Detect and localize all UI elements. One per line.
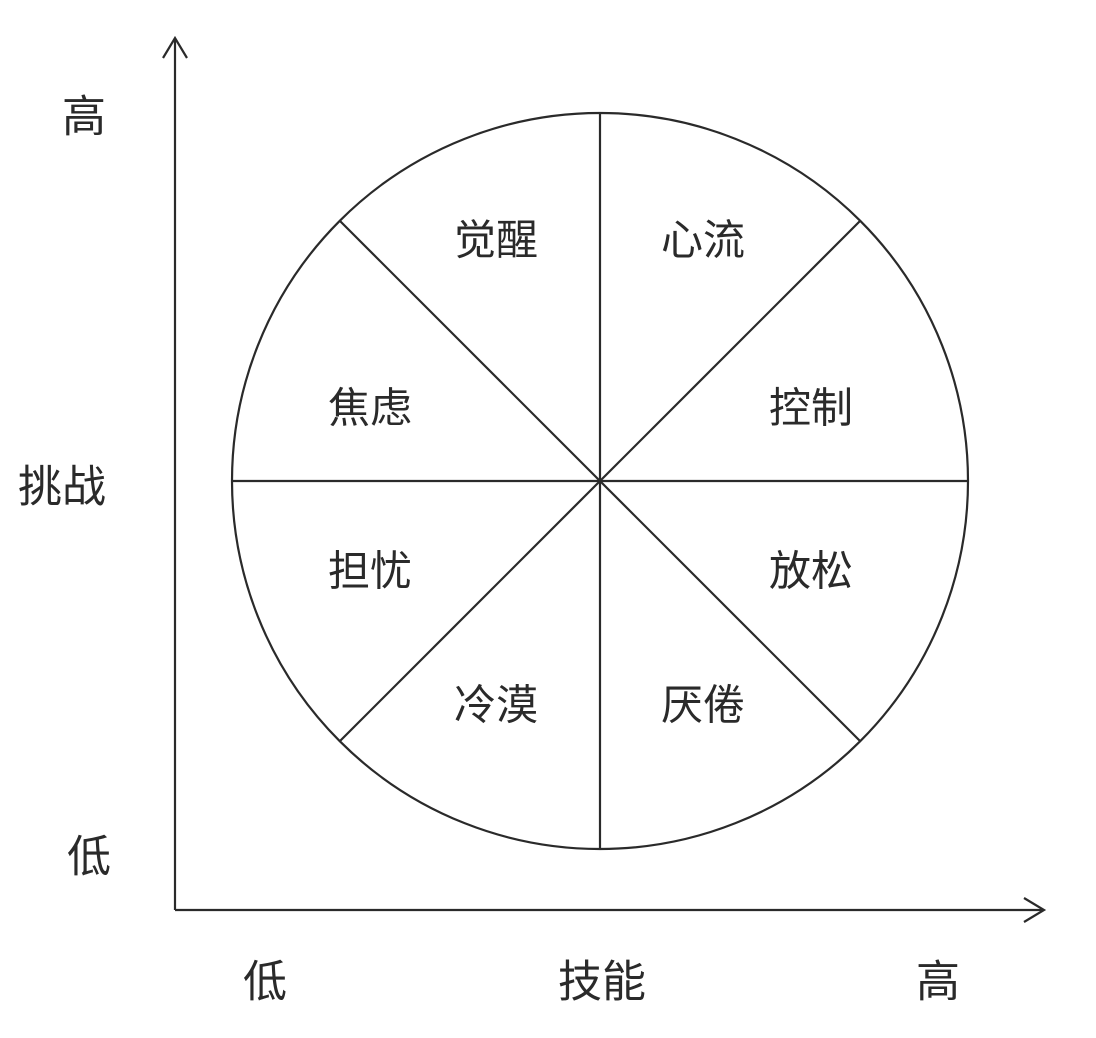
sector-label-relaxation: 放松: [769, 547, 853, 596]
sector-label-worry: 担忧: [328, 547, 412, 596]
sector-label-control: 控制: [769, 384, 853, 433]
sector-label-boredom: 厌倦: [661, 681, 745, 730]
flow-model-diagram: 高 挑战 低 低 技能 高 心流 控制 放松 厌倦 冷漠 担忧 焦虑 觉醒: [18, 35, 1047, 1008]
sector-label-apathy: 冷漠: [454, 681, 538, 730]
sector-label-flow: 心流: [661, 216, 745, 265]
sector-label-arousal: 觉醒: [454, 216, 538, 265]
y-axis-high-label: 高: [62, 92, 106, 143]
sector-label-anxiety: 焦虑: [328, 384, 412, 433]
y-axis-low-label: 低: [67, 832, 111, 883]
x-axis-title: 技能: [558, 957, 646, 1008]
y-axis-title: 挑战: [18, 462, 106, 513]
x-axis-high-label: 高: [916, 957, 960, 1008]
x-axis-low-label: 低: [243, 957, 287, 1008]
